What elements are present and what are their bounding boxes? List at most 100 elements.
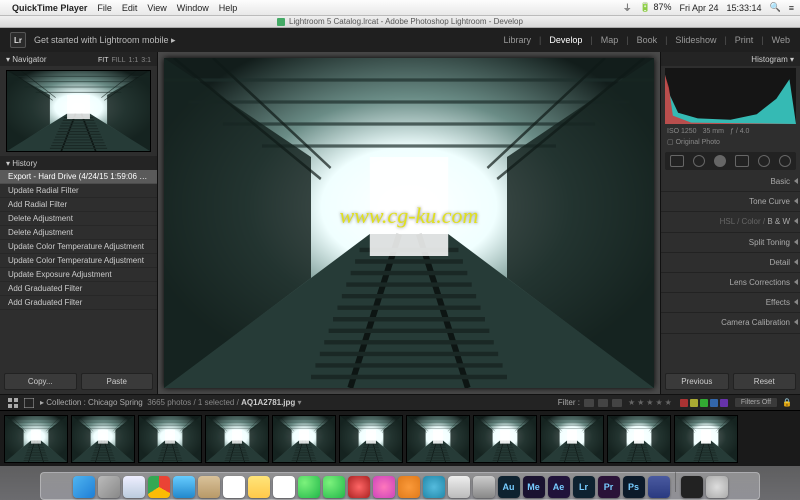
loupe-view[interactable]: www.cg-ku.com — [158, 52, 660, 394]
battery-status[interactable]: 🔋 87% — [640, 2, 672, 13]
flag-filter-icon[interactable] — [598, 399, 608, 407]
module-web[interactable]: Web — [772, 35, 790, 45]
history-item[interactable]: Update Color Temperature Adjustment — [0, 240, 157, 254]
rating-filter[interactable]: ★★★★★ — [628, 398, 674, 407]
panel-detail[interactable]: Detail — [661, 253, 800, 273]
redeye-tool-icon[interactable] — [714, 155, 726, 167]
panel-tone-curve[interactable]: Tone Curve — [661, 192, 800, 212]
spotlight-icon[interactable]: 🔍 — [770, 2, 781, 13]
paste-button[interactable]: Paste — [81, 373, 154, 390]
history-item[interactable]: Add Graduated Filter — [0, 296, 157, 310]
previous-button[interactable]: Previous — [665, 373, 729, 390]
dock-audition-icon[interactable]: Au — [498, 476, 520, 498]
nav-zoom-1-1[interactable]: 1:1 — [129, 57, 139, 64]
menu-edit[interactable]: Edit — [122, 3, 138, 13]
second-window-icon[interactable] — [24, 398, 34, 408]
nav-zoom-FIT[interactable]: FIT — [98, 57, 109, 64]
graduated-filter-tool-icon[interactable] — [735, 155, 749, 167]
filmstrip[interactable] — [0, 410, 800, 466]
dock-photo-booth-icon[interactable] — [348, 476, 370, 498]
histogram-header[interactable]: Histogram ▾ — [661, 52, 800, 66]
module-book[interactable]: Book — [637, 35, 658, 45]
panel-disclosure-icon[interactable]: ▾ — [790, 55, 794, 64]
history-item[interactable]: Add Graduated Filter — [0, 282, 157, 296]
history-item[interactable]: Add Radial Filter — [0, 198, 157, 212]
dock-trash-icon[interactable] — [706, 476, 728, 498]
panel-disclosure-icon[interactable]: ▾ — [6, 55, 10, 64]
filmstrip-thumb[interactable] — [339, 415, 403, 463]
filmstrip-thumb[interactable] — [71, 415, 135, 463]
dock-chrome-icon[interactable] — [148, 476, 170, 498]
dock-notes-icon[interactable] — [248, 476, 270, 498]
nav-zoom-FILL[interactable]: FILL — [112, 57, 126, 64]
notification-center-icon[interactable]: ≡ — [789, 3, 794, 13]
menu-help[interactable]: Help — [219, 3, 238, 13]
filmstrip-thumb[interactable] — [674, 415, 738, 463]
dock-appstore-icon[interactable] — [423, 476, 445, 498]
main-photo[interactable] — [164, 58, 654, 388]
history-item[interactable]: Export - Hard Drive (4/24/15 1:59:06 PM) — [0, 170, 157, 184]
module-print[interactable]: Print — [735, 35, 754, 45]
module-map[interactable]: Map — [601, 35, 619, 45]
navigator-preview[interactable] — [6, 70, 151, 152]
collection-path[interactable]: Collection : Chicago Spring — [46, 398, 143, 407]
menu-file[interactable]: File — [97, 3, 112, 13]
original-photo-toggle[interactable]: ▢ Original Photo — [661, 137, 800, 150]
crop-tool-icon[interactable] — [670, 155, 684, 167]
filters-toggle[interactable]: Filters Off — [734, 397, 778, 408]
history-item[interactable]: Update Radial Filter — [0, 184, 157, 198]
filmstrip-thumb[interactable] — [406, 415, 470, 463]
history-header[interactable]: ▾ History — [0, 156, 157, 170]
dock-mail-icon[interactable] — [173, 476, 195, 498]
filter-lock-icon[interactable]: 🔒 — [782, 398, 792, 407]
spot-removal-tool-icon[interactable] — [693, 155, 705, 167]
history-item[interactable]: Delete Adjustment — [0, 226, 157, 240]
dock-cinema4d-icon[interactable] — [648, 476, 670, 498]
dock-itunes-icon[interactable] — [373, 476, 395, 498]
filmstrip-thumb[interactable] — [607, 415, 671, 463]
dock-after-effects-icon[interactable]: Ae — [548, 476, 570, 498]
dock-messages-icon[interactable] — [298, 476, 320, 498]
module-library[interactable]: Library — [503, 35, 531, 45]
dock-safari-icon[interactable] — [123, 476, 145, 498]
filmstrip-thumb[interactable] — [138, 415, 202, 463]
dock-ibooks-icon[interactable] — [398, 476, 420, 498]
histogram[interactable] — [665, 68, 796, 124]
dock-lightroom-icon[interactable]: Lr — [573, 476, 595, 498]
dock-terminal-icon[interactable] — [681, 476, 703, 498]
filmstrip-thumb[interactable] — [540, 415, 604, 463]
copy-button[interactable]: Copy... — [4, 373, 77, 390]
panel-basic[interactable]: Basic — [661, 172, 800, 192]
dock-preferences-icon[interactable] — [473, 476, 495, 498]
dock-contacts-icon[interactable] — [198, 476, 220, 498]
history-item[interactable]: Update Color Temperature Adjustment — [0, 254, 157, 268]
wifi-icon[interactable]: ⏚ — [623, 1, 632, 14]
dock-media-encoder-icon[interactable]: Me — [523, 476, 545, 498]
module-develop[interactable]: Develop — [549, 35, 582, 45]
panel-split-toning[interactable]: Split Toning — [661, 233, 800, 253]
dock-facetime-icon[interactable] — [323, 476, 345, 498]
nav-zoom-3-1[interactable]: 3:1 — [141, 57, 151, 64]
module-slideshow[interactable]: Slideshow — [675, 35, 716, 45]
dock-reminders-icon[interactable] — [273, 476, 295, 498]
filmstrip-thumb[interactable] — [272, 415, 336, 463]
filmstrip-thumb[interactable] — [4, 415, 68, 463]
menu-window[interactable]: Window — [177, 3, 209, 13]
panel-hsl-color-b-w[interactable]: HSL / Color / B & W — [661, 212, 800, 232]
dock-photoshop-icon[interactable]: Ps — [623, 476, 645, 498]
filmstrip-thumb[interactable] — [473, 415, 537, 463]
history-item[interactable]: Update Exposure Adjustment — [0, 268, 157, 282]
flag-filter-icon[interactable] — [584, 399, 594, 407]
color-label-filter[interactable] — [680, 399, 728, 407]
panel-lens-corrections[interactable]: Lens Corrections — [661, 273, 800, 293]
dock-premiere-icon[interactable]: Pr — [598, 476, 620, 498]
radial-filter-tool-icon[interactable] — [758, 155, 770, 167]
flag-filter-icon[interactable] — [612, 399, 622, 407]
panel-camera-calibration[interactable]: Camera Calibration — [661, 313, 800, 333]
dock-finder-icon[interactable] — [73, 476, 95, 498]
menu-view[interactable]: View — [147, 3, 166, 13]
filmstrip-thumb[interactable] — [205, 415, 269, 463]
panel-disclosure-icon[interactable]: ▾ — [6, 159, 10, 168]
navigator-header[interactable]: ▾ Navigator FITFILL1:13:1 — [0, 52, 157, 66]
grid-view-icon[interactable] — [8, 398, 18, 408]
